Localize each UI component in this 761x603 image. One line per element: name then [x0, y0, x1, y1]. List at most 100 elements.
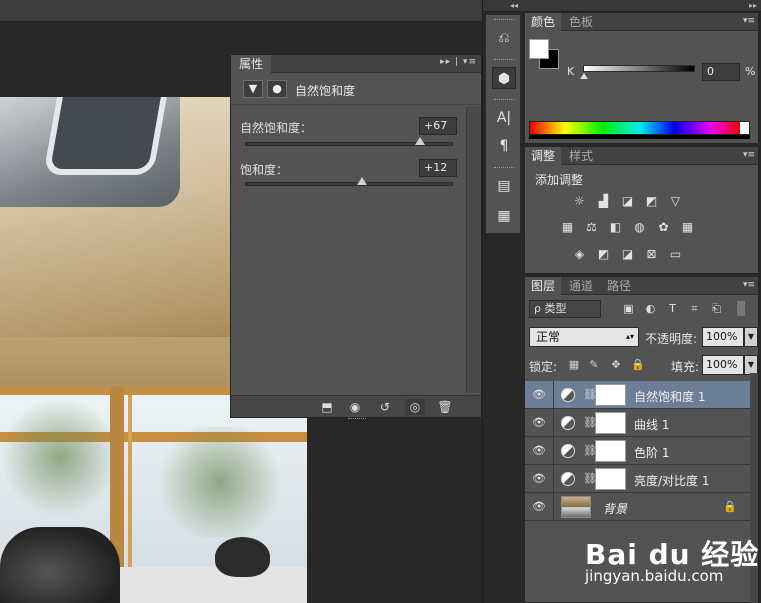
- properties-panel[interactable]: 属性 ▸▸ | ▾≡ ▼ ● 自然饱和度 自然饱和度： +67 饱和度： +12…: [230, 54, 482, 421]
- brush-preset-icon[interactable]: ▦: [492, 205, 516, 227]
- notes-icon[interactable]: ▤: [492, 175, 516, 197]
- layer-mask-thumbnail[interactable]: [595, 384, 626, 406]
- panel-controls[interactable]: ▸▸ | ▾≡: [440, 57, 477, 67]
- black-white-icon[interactable]: ◧: [607, 220, 624, 235]
- smart-object-filter-icon[interactable]: ⎗: [709, 301, 724, 316]
- tab-color[interactable]: 颜色: [525, 13, 562, 31]
- vibrance-slider[interactable]: [245, 137, 453, 146]
- color-spectrum-bar[interactable]: [529, 121, 750, 135]
- curves-icon[interactable]: ◪: [619, 194, 636, 209]
- panel-resize-grip[interactable]: [348, 418, 366, 421]
- history-icon[interactable]: ⎌: [492, 27, 516, 49]
- opacity-input[interactable]: 100%: [702, 327, 744, 347]
- opacity-dropdown-icon[interactable]: ▼: [744, 327, 758, 347]
- posterize-icon[interactable]: ◩: [595, 247, 612, 262]
- channel-mixer-icon[interactable]: ✿: [655, 220, 672, 235]
- tab-layers[interactable]: 图层: [525, 277, 562, 295]
- eye-icon[interactable]: 👁: [531, 415, 547, 431]
- lock-position-icon[interactable]: ✥: [609, 358, 623, 372]
- layer-name[interactable]: 色阶 1: [634, 444, 669, 461]
- layer-row[interactable]: 👁 ⛓ 自然饱和度 1: [525, 381, 751, 409]
- gradient-map-icon[interactable]: ▭: [667, 247, 684, 262]
- background-layer-row[interactable]: 👁 背景 🔒: [525, 493, 751, 521]
- saturation-slider-thumb[interactable]: [357, 177, 368, 185]
- reset-icon[interactable]: ↺: [375, 399, 395, 415]
- visibility-icon[interactable]: ◎: [405, 399, 425, 415]
- panel-menu-icon[interactable]: ▾≡: [743, 16, 755, 26]
- threshold-icon[interactable]: ◪: [619, 247, 636, 262]
- link-icon[interactable]: ⛓: [583, 415, 597, 431]
- lock-all-icon[interactable]: 🔒: [631, 358, 645, 372]
- delete-icon[interactable]: 🗑: [435, 399, 455, 415]
- eye-icon[interactable]: 👁: [531, 471, 547, 487]
- background-layer-thumbnail[interactable]: [561, 496, 591, 518]
- tab-channels[interactable]: 通道: [563, 277, 599, 295]
- type-filter-icon[interactable]: T: [665, 301, 680, 316]
- vibrance-input[interactable]: +67: [419, 117, 457, 135]
- layer-mask-icon[interactable]: ●: [267, 80, 287, 98]
- layer-mask-thumbnail[interactable]: [595, 468, 626, 490]
- tab-properties[interactable]: 属性: [231, 55, 272, 73]
- layer-row[interactable]: 👁 ⛓ 亮度/对比度 1: [525, 465, 751, 493]
- collapse-dock-icon[interactable]: ▸▸: [522, 0, 761, 12]
- spectrum-black-strip[interactable]: [529, 135, 750, 139]
- link-icon[interactable]: ⛓: [583, 443, 597, 459]
- layer-name[interactable]: 自然饱和度 1: [634, 388, 705, 405]
- filter-toggle[interactable]: [737, 301, 745, 316]
- photo-filter-icon[interactable]: ◍: [631, 220, 648, 235]
- adjustment-filter-icon[interactable]: ◐: [643, 301, 658, 316]
- color-lookup-icon[interactable]: ▦: [679, 220, 696, 235]
- properties-scrollbar[interactable]: [466, 106, 481, 393]
- layer-mask-thumbnail[interactable]: [595, 440, 626, 462]
- layer-row[interactable]: 👁 ⛓ 色阶 1: [525, 437, 751, 465]
- tab-paths[interactable]: 路径: [601, 277, 637, 295]
- properties-titlebar[interactable]: 属性 ▸▸ | ▾≡: [231, 55, 481, 73]
- collapse-icon[interactable]: ◂◂: [483, 0, 522, 12]
- clip-to-layer-icon[interactable]: ⬒: [317, 399, 337, 415]
- eye-icon[interactable]: 👁: [531, 387, 547, 403]
- link-icon[interactable]: ⛓: [583, 387, 597, 403]
- levels-icon[interactable]: ▟: [595, 194, 612, 209]
- tab-adjustments[interactable]: 调整: [525, 147, 562, 165]
- saturation-slider[interactable]: [245, 177, 453, 186]
- panel-menu-icon[interactable]: ▾≡: [743, 280, 755, 290]
- link-icon[interactable]: ⛓: [583, 471, 597, 487]
- layer-name[interactable]: 曲线 1: [634, 416, 669, 433]
- view-previous-icon[interactable]: ◉: [345, 399, 365, 415]
- vibrance-adjustment-icon[interactable]: ▼: [243, 80, 263, 98]
- layer-row[interactable]: 👁 ⛓ 曲线 1: [525, 409, 751, 437]
- layer-mask-thumbnail[interactable]: [595, 412, 626, 434]
- vibrance-slider-thumb[interactable]: [414, 137, 425, 145]
- k-channel-slider[interactable]: [580, 65, 695, 79]
- foreground-color-swatch[interactable]: [529, 39, 549, 59]
- exposure-icon[interactable]: ◩: [643, 194, 660, 209]
- blend-mode-select[interactable]: 正常 ▴▾: [529, 327, 639, 347]
- panel-menu-icon[interactable]: ▾≡: [743, 150, 755, 160]
- k-channel-input[interactable]: 0: [702, 63, 740, 81]
- adjustments-panel[interactable]: 调整 样式 ▾≡ 添加调整 ☼ ▟ ◪ ◩ ▽ ▦ ⚖ ◧ ◍ ✿ ▦ ◈ ◩ …: [524, 146, 759, 274]
- pixel-filter-icon[interactable]: ▣: [621, 301, 636, 316]
- character-icon[interactable]: A|: [492, 107, 516, 129]
- tab-swatches[interactable]: 色板: [563, 13, 599, 31]
- color-panel[interactable]: 颜色 色板 ▾≡ K 0 %: [524, 12, 759, 144]
- k-slider-thumb[interactable]: [580, 73, 588, 79]
- hue-saturation-icon[interactable]: ▦: [559, 220, 576, 235]
- lock-transparency-icon[interactable]: ▦: [567, 358, 581, 372]
- fill-dropdown-icon[interactable]: ▼: [744, 355, 758, 375]
- tab-styles[interactable]: 样式: [563, 147, 599, 165]
- document-tab-bar[interactable]: [0, 0, 482, 22]
- eye-icon[interactable]: 👁: [531, 443, 547, 459]
- vibrance-icon[interactable]: ▽: [667, 194, 684, 209]
- invert-icon[interactable]: ◈: [571, 247, 588, 262]
- layer-filter-select[interactable]: ρ 类型: [529, 300, 601, 318]
- eye-icon[interactable]: 👁: [531, 499, 547, 515]
- paragraph-icon[interactable]: ¶: [492, 135, 516, 157]
- brightness-contrast-icon[interactable]: ☼: [571, 194, 588, 209]
- color-balance-icon[interactable]: ⚖: [583, 220, 600, 235]
- saturation-input[interactable]: +12: [419, 159, 457, 177]
- fill-input[interactable]: 100%: [702, 355, 744, 375]
- 3d-icon[interactable]: ⬢: [492, 67, 516, 89]
- layer-name[interactable]: 亮度/对比度 1: [634, 472, 710, 489]
- layer-name[interactable]: 背景: [603, 500, 627, 517]
- lock-pixels-icon[interactable]: ✎: [587, 358, 601, 372]
